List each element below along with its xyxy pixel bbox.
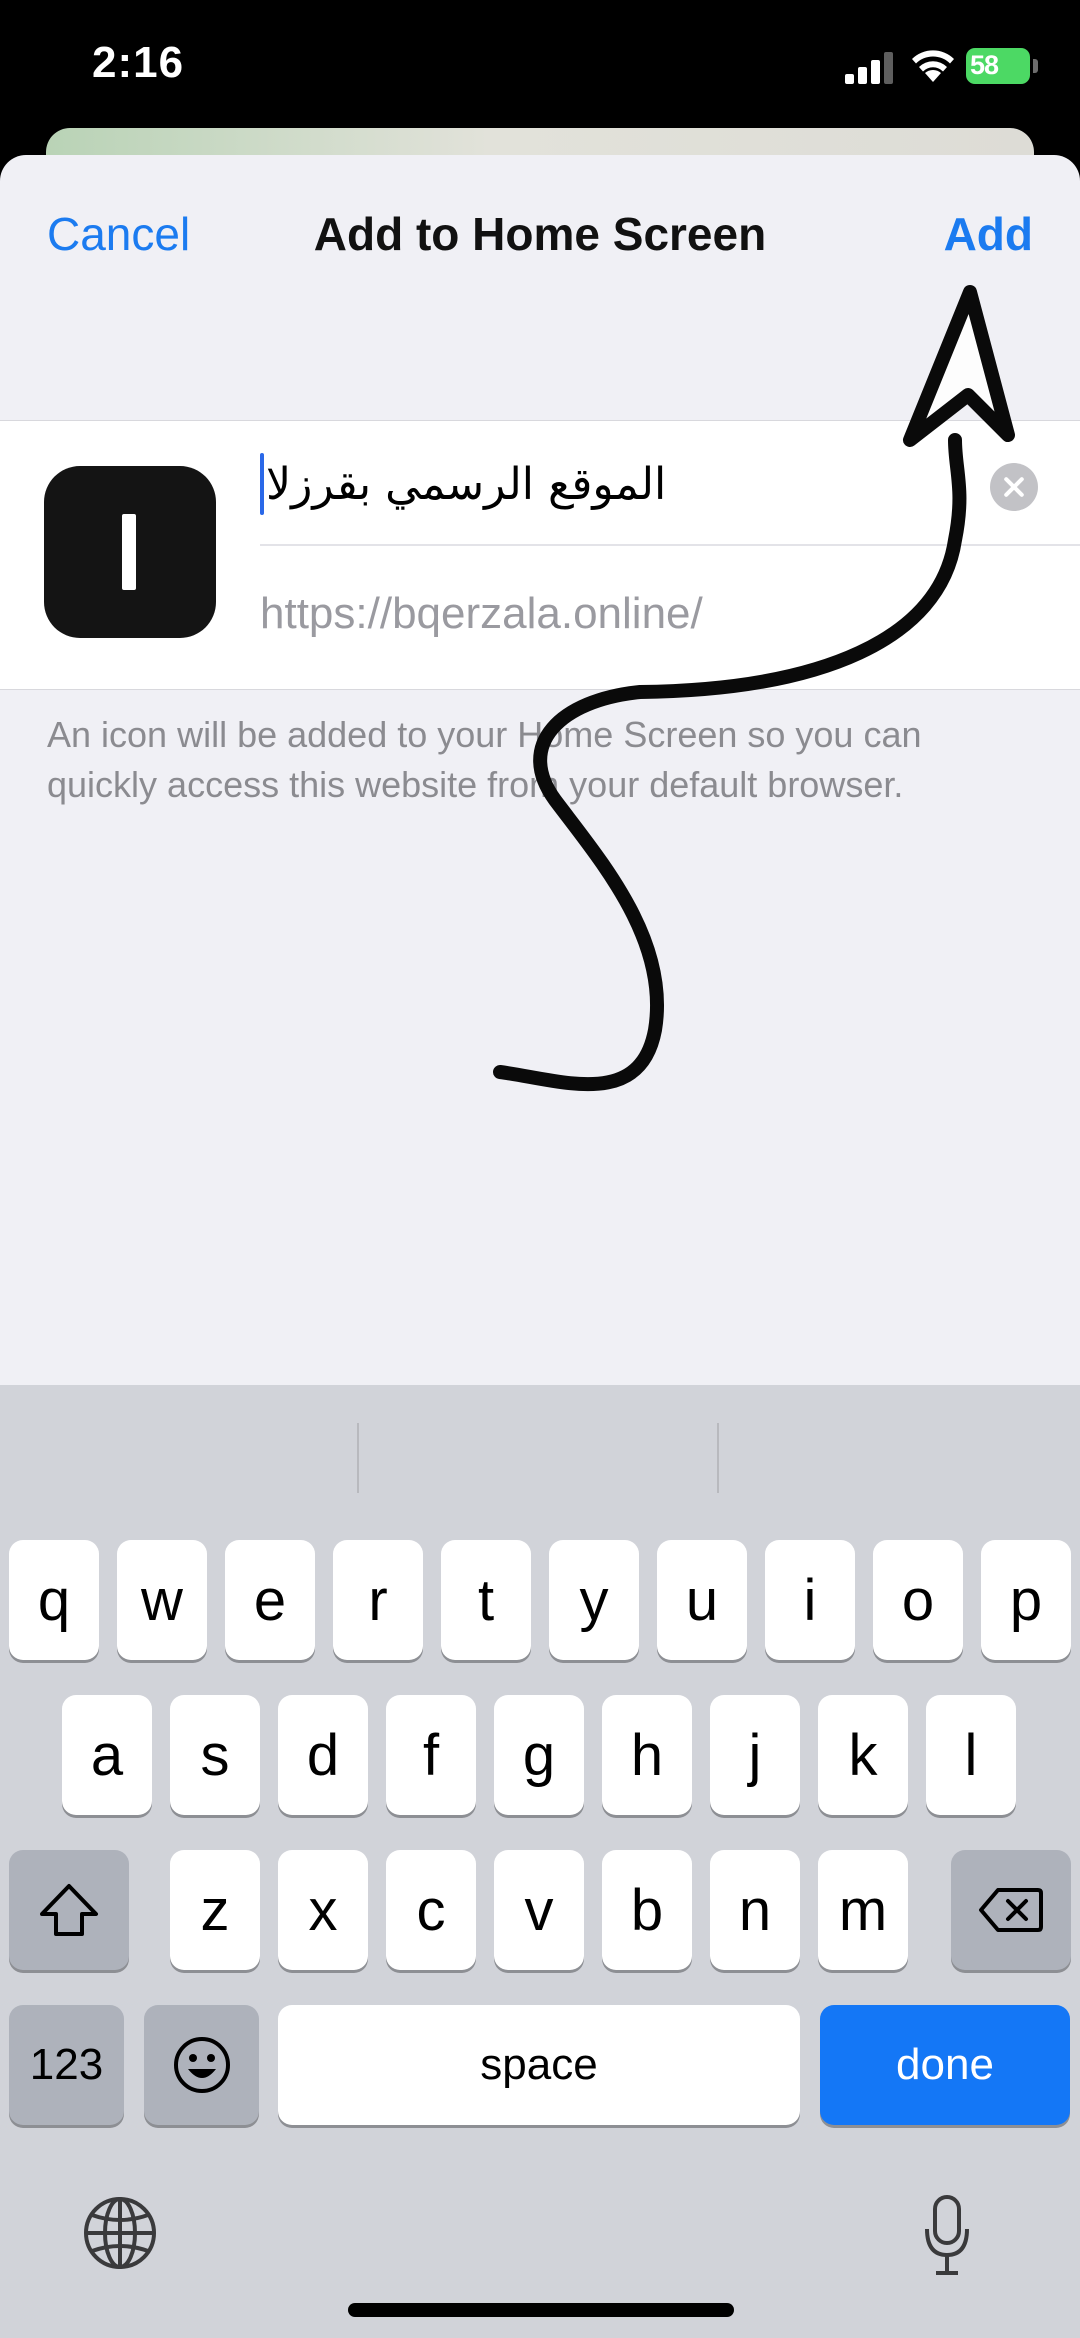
key-d[interactable]: d [278, 1695, 368, 1815]
key-t[interactable]: t [441, 1540, 531, 1660]
key-k[interactable]: k [818, 1695, 908, 1815]
shift-key[interactable] [9, 1850, 129, 1970]
status-time: 2:16 [92, 38, 185, 87]
done-key[interactable]: done [820, 2005, 1070, 2125]
add-button[interactable]: Add [944, 207, 1033, 261]
key-p[interactable]: p [981, 1540, 1071, 1660]
bookmark-form: الموقع الرسمي بقرزلا https://bqerzala.on… [0, 420, 1080, 690]
hint-text: An icon will be added to your Home Scree… [47, 714, 922, 805]
key-x[interactable]: x [278, 1850, 368, 1970]
sheet-title: Add to Home Screen [313, 208, 767, 260]
text-caret [260, 453, 264, 515]
battery-icon: 58 [966, 48, 1038, 84]
website-icon-glyph [122, 514, 136, 590]
key-w[interactable]: w [117, 1540, 207, 1660]
emoji-icon [173, 2037, 230, 2093]
key-j[interactable]: j [710, 1695, 800, 1815]
key-m[interactable]: m [818, 1850, 908, 1970]
website-icon [44, 466, 216, 638]
numbers-key[interactable]: 123 [9, 2005, 124, 2125]
space-key[interactable]: space [278, 2005, 800, 2125]
key-y[interactable]: y [549, 1540, 639, 1660]
url-label: https://bqerzala.online/ [260, 589, 703, 638]
home-indicator [348, 2303, 734, 2317]
emoji-key[interactable] [144, 2005, 259, 2125]
keyboard: q w e r t y u i o p a s d f g h j k l z … [0, 1385, 1080, 2338]
key-u[interactable]: u [657, 1540, 747, 1660]
add-to-home-screen-sheet: Cancel Add to Home Screen Add الموقع الر… [0, 155, 1080, 1385]
key-i[interactable]: i [765, 1540, 855, 1660]
key-o[interactable]: o [873, 1540, 963, 1660]
clear-text-button[interactable] [990, 463, 1038, 511]
backspace-icon [979, 1888, 1043, 1932]
key-b[interactable]: b [602, 1850, 692, 1970]
key-z[interactable]: z [170, 1850, 260, 1970]
shift-icon [40, 1884, 98, 1936]
wifi-icon [912, 50, 954, 82]
key-s[interactable]: s [170, 1695, 260, 1815]
key-f[interactable]: f [386, 1695, 476, 1815]
name-field[interactable]: الموقع الرسمي بقرزلا [260, 421, 1080, 546]
status-bar: 2:16 58 [0, 0, 1080, 130]
key-r[interactable]: r [333, 1540, 423, 1660]
key-v[interactable]: v [494, 1850, 584, 1970]
key-a[interactable]: a [62, 1695, 152, 1815]
globe-icon[interactable] [82, 2195, 158, 2271]
name-input-value[interactable]: الموقع الرسمي بقرزلا [266, 459, 666, 510]
suggestion-divider [717, 1423, 719, 1493]
suggestion-divider [357, 1423, 359, 1493]
key-c[interactable]: c [386, 1850, 476, 1970]
key-q[interactable]: q [9, 1540, 99, 1660]
battery-percent: 58 [970, 50, 999, 80]
microphone-icon[interactable] [924, 2193, 970, 2277]
key-n[interactable]: n [710, 1850, 800, 1970]
key-g[interactable]: g [494, 1695, 584, 1815]
delete-key[interactable] [951, 1850, 1071, 1970]
key-l[interactable]: l [926, 1695, 1016, 1815]
key-h[interactable]: h [602, 1695, 692, 1815]
key-e[interactable]: e [225, 1540, 315, 1660]
cellular-signal-icon [845, 52, 893, 84]
